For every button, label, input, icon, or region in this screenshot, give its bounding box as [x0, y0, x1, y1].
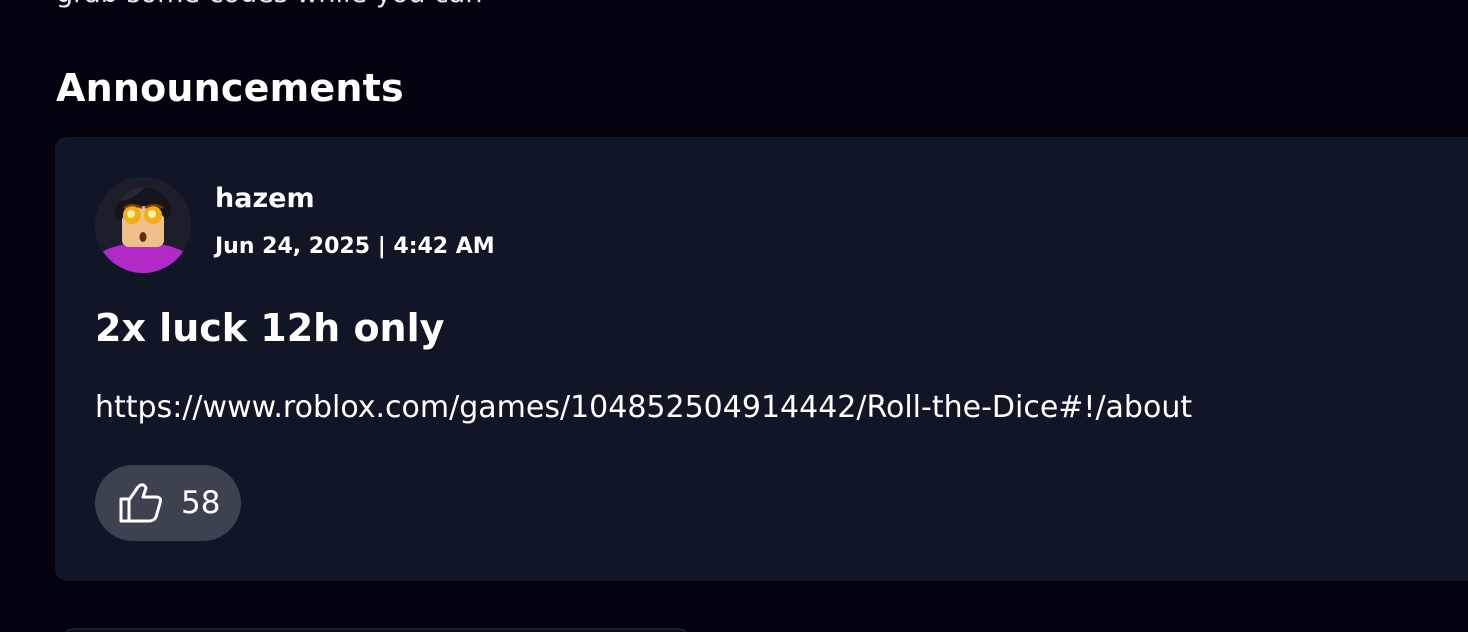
section-title: Announcements: [56, 66, 404, 110]
post-title: 2x luck 12h only: [95, 306, 445, 350]
author-avatar[interactable]: [95, 177, 191, 273]
next-post-card: [62, 628, 690, 632]
post-timestamp: Jun 24, 2025 | 4:42 AM: [215, 234, 495, 259]
page: grab some codes while you can Announceme…: [0, 0, 1468, 632]
like-button[interactable]: 58: [95, 465, 241, 541]
announcement-card: hazem Jun 24, 2025 | 4:42 AM 2x luck 12h…: [55, 137, 1468, 581]
post-link[interactable]: https://www.roblox.com/games/10485250491…: [95, 389, 1192, 427]
thumbs-up-icon: [119, 483, 162, 523]
avatar-image: [95, 177, 191, 273]
previous-post-text: grab some codes while you can: [56, 0, 482, 9]
like-count: 58: [181, 485, 221, 521]
author-name[interactable]: hazem: [215, 183, 315, 215]
